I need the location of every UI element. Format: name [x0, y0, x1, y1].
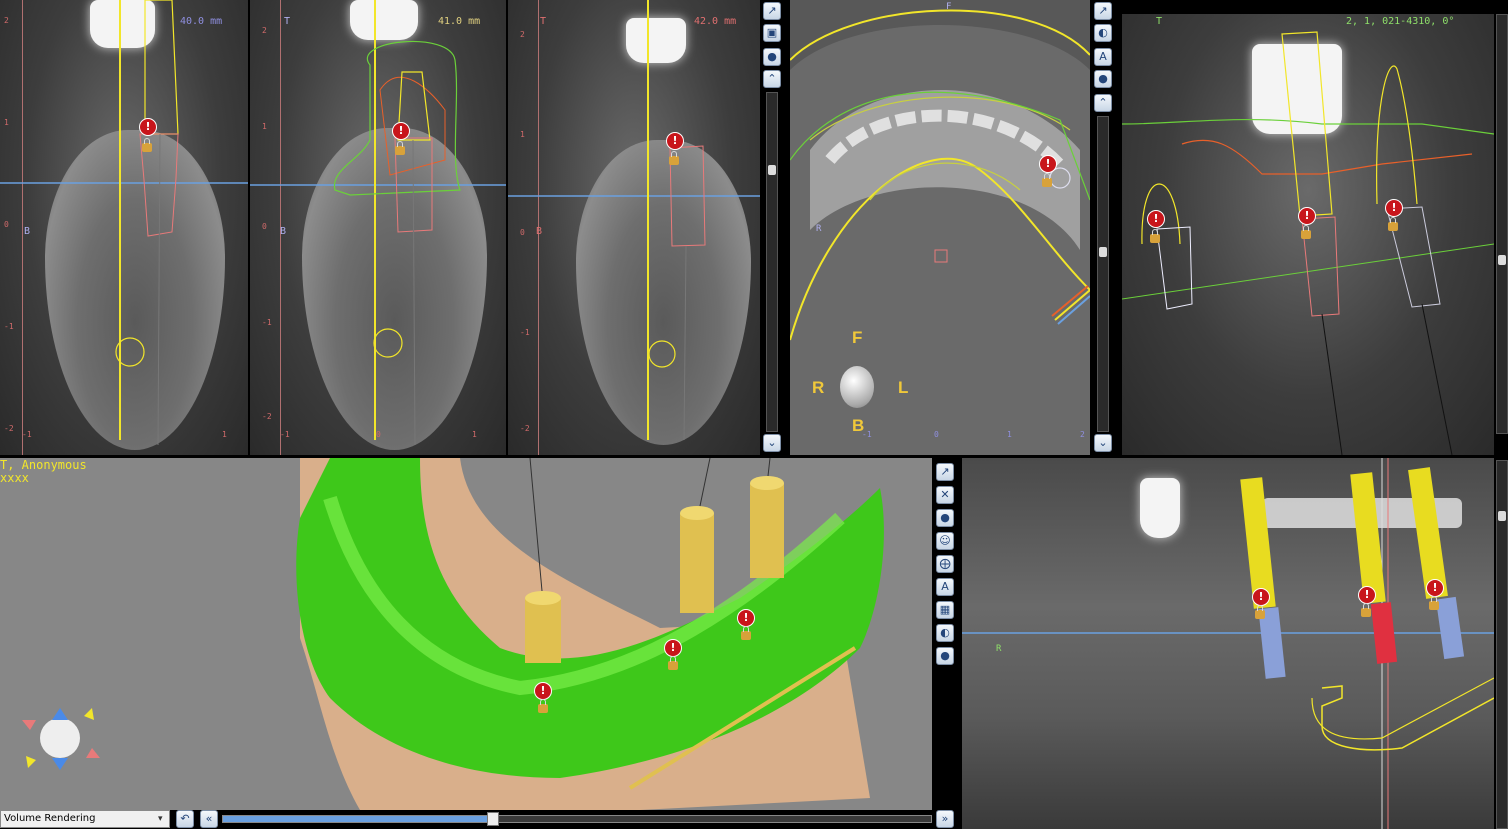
arrow-tool-icon[interactable]: ↗ — [936, 463, 954, 481]
lock-icon[interactable] — [1301, 225, 1311, 239]
warning-icon[interactable]: ! — [1039, 155, 1057, 173]
x-tick-label: 0 — [376, 430, 381, 439]
undo-icon[interactable]: ↶ — [176, 810, 194, 828]
warning-icon[interactable]: ! — [664, 639, 682, 657]
slice-scrollbar[interactable] — [1496, 460, 1508, 829]
warning-icon[interactable]: ! — [534, 682, 552, 700]
scroll-thumb[interactable] — [1498, 511, 1506, 521]
orientation-head-icon — [840, 366, 874, 408]
lock-icon[interactable] — [142, 138, 152, 152]
panoramic-view-pane[interactable]: R ! ! ! — [962, 458, 1494, 829]
orientation-front: F — [852, 328, 863, 347]
front-marker: F — [946, 2, 952, 12]
scroll-thumb[interactable] — [1099, 247, 1107, 257]
slice-scrollbar[interactable] — [1496, 14, 1508, 434]
warning-icon[interactable]: ! — [392, 122, 410, 140]
x-tick-label: -1 — [862, 430, 872, 439]
render-mode-select[interactable]: Volume Rendering — [0, 810, 170, 828]
slice-scrollbar[interactable] — [1097, 116, 1109, 432]
x-tick-label: 1 — [222, 430, 227, 439]
scroll-down-button[interactable]: ⌄ — [1094, 434, 1112, 452]
cross-section-pane-2[interactable]: 2 1 0 -1 -2 T 41.0 mm B ! -1 0 1 — [250, 0, 506, 455]
camera-icon[interactable]: ● — [1094, 70, 1112, 88]
scroll-right-button[interactable]: » — [936, 810, 954, 828]
3d-model-render — [22, 458, 884, 810]
warning-icon[interactable]: ! — [737, 609, 755, 627]
lock-icon[interactable] — [1361, 603, 1371, 617]
lock-icon[interactable] — [741, 626, 751, 640]
x-tick-label: 1 — [472, 430, 477, 439]
slice-scrollbar[interactable] — [766, 92, 778, 432]
annotation-icon[interactable]: A — [936, 578, 954, 596]
grid-icon[interactable]: ▦ — [936, 601, 954, 619]
warning-icon[interactable]: ! — [666, 132, 684, 150]
camera-icon[interactable]: ● — [936, 647, 954, 665]
warning-icon[interactable]: ! — [1385, 199, 1403, 217]
lock-icon[interactable] — [1150, 229, 1160, 243]
tangential-view-pane[interactable]: 2, 1, 021-4310, 0° T ! ! ! — [1122, 14, 1494, 455]
volume-rendering-pane[interactable]: T, Anonymous xxxx ! ! ! — [0, 458, 932, 810]
cross-section-overlay-3 — [508, 0, 760, 441]
x-tick-label: 1 — [1007, 430, 1012, 439]
lock-icon[interactable] — [395, 141, 405, 155]
scroll-thumb[interactable] — [1498, 255, 1506, 265]
camera-icon[interactable]: ● — [763, 48, 781, 66]
slider-thumb[interactable] — [487, 812, 499, 826]
volume-slider[interactable] — [222, 812, 932, 826]
warning-icon[interactable]: ! — [1298, 207, 1316, 225]
scroll-left-button[interactable]: « — [200, 810, 218, 828]
lock-icon[interactable] — [1388, 217, 1398, 231]
brightness-icon[interactable]: ◐ — [1094, 24, 1112, 42]
measure-tool-icon[interactable]: ▣ — [763, 24, 781, 42]
scroll-down-button[interactable]: ⌄ — [763, 434, 781, 452]
warning-icon[interactable]: ! — [1426, 579, 1444, 597]
lock-icon[interactable] — [1042, 173, 1052, 187]
cross-section-overlay-2 — [250, 0, 506, 446]
x-tick-label: -1 — [280, 430, 290, 439]
crosshair-icon[interactable]: ⨁ — [936, 555, 954, 573]
cross-section-overlay-1 — [0, 0, 248, 446]
axial-overlay — [790, 0, 1090, 455]
cross-section-pane-3[interactable]: 2 1 0 -1 -2 T 42.0 mm B ! — [508, 0, 760, 455]
scissors-icon[interactable]: ✕ — [936, 486, 954, 504]
annotation-icon[interactable]: A — [1094, 48, 1112, 66]
x-tick-label: 0 — [934, 430, 939, 439]
warning-icon[interactable]: ! — [139, 118, 157, 136]
scroll-up-button[interactable]: ⌃ — [763, 70, 781, 88]
scroll-up-button[interactable]: ⌃ — [1094, 94, 1112, 112]
skull-icon[interactable]: ● — [936, 509, 954, 527]
measure-icon[interactable]: ◐ — [936, 624, 954, 642]
slider-fill — [223, 816, 493, 822]
orientation-right: R — [812, 378, 825, 397]
face-icon[interactable]: ☺ — [936, 532, 954, 550]
lock-icon[interactable] — [538, 699, 548, 713]
chevron-down-icon[interactable]: ▾ — [158, 814, 163, 824]
x-tick-label: -1 — [22, 430, 32, 439]
warning-icon[interactable]: ! — [1358, 586, 1376, 604]
arrow-tool-icon[interactable]: ↗ — [763, 2, 781, 20]
lock-icon[interactable] — [668, 656, 678, 670]
right-marker: R — [816, 224, 822, 234]
cross-section-pane-1[interactable]: 2 1 0 -1 -2 40.0 mm B ! -1 1 — [0, 0, 248, 455]
scroll-thumb[interactable] — [768, 165, 776, 175]
arrow-tool-icon[interactable]: ↗ — [1094, 2, 1112, 20]
axial-view-pane[interactable]: F R ! F R L B -1 0 1 2 — [790, 0, 1090, 455]
warning-icon[interactable]: ! — [1252, 588, 1270, 606]
lock-icon[interactable] — [669, 151, 679, 165]
panoramic-overlay — [962, 458, 1494, 829]
lock-icon[interactable] — [1429, 596, 1439, 610]
lock-icon[interactable] — [1255, 605, 1265, 619]
x-tick-label: 2 — [1080, 430, 1085, 439]
warning-icon[interactable]: ! — [1147, 210, 1165, 228]
orientation-left: L — [898, 378, 909, 397]
